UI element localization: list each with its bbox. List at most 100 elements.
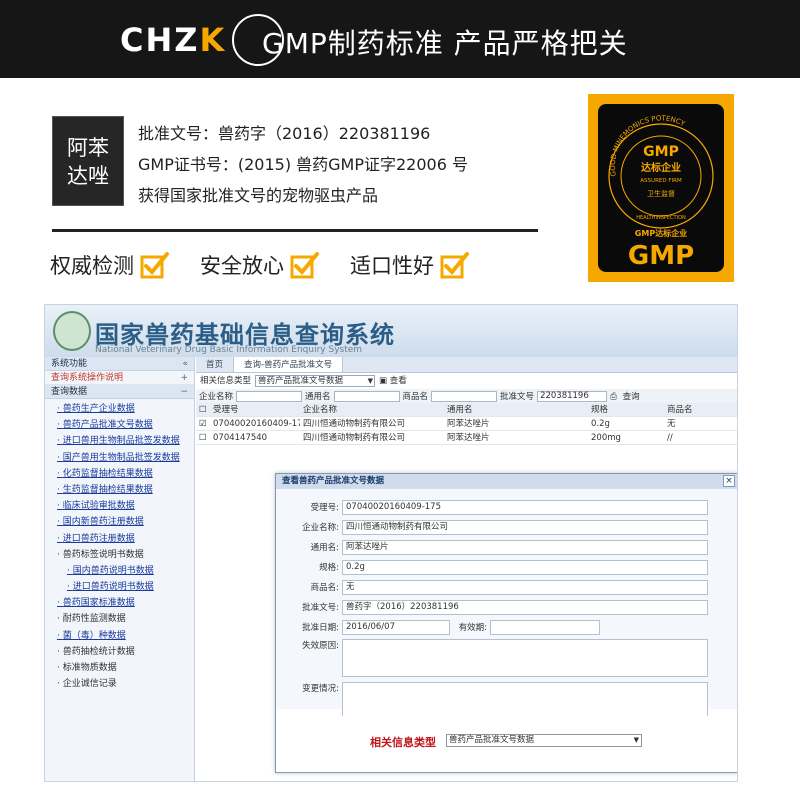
sidebar-item[interactable]: · 兽药生产企业数据 (45, 401, 194, 417)
dialog-title: 查看兽药产品批准文号数据 (282, 476, 385, 486)
seal-health-en: HEALTHINSPECTION (636, 215, 686, 221)
search-label: 通用名 (305, 392, 331, 402)
company-field[interactable]: 四川恒通动物制药有限公司 (342, 519, 708, 535)
generic-name-field[interactable]: 阿苯达唑片 (342, 539, 708, 555)
sidebar-item[interactable]: · 进口兽用生物制品批签发数据 (45, 433, 194, 449)
table-cell: 四川恒通动物制药有限公司 (303, 433, 406, 443)
sidebar-item[interactable]: · 企业诚信记录 (45, 676, 194, 692)
sidebar-subitem[interactable]: · 进口兽药说明书数据 (45, 579, 194, 595)
field-label: 批准日期: (302, 623, 339, 633)
row-checkbox[interactable]: ☑ (196, 417, 210, 430)
search-label: 商品名 (402, 392, 429, 402)
sidebar-item[interactable]: · 国内新兽药注册数据 (45, 514, 194, 530)
gmp-seal-emblem: GOOD MINEMONICS POTENCY GMP 达标企业 ASSURED… (608, 114, 714, 271)
sidebar-item[interactable]: · 菌（毒）种数据 (45, 628, 194, 644)
sidebar-header-functions[interactable]: 系统功能 « (45, 357, 194, 371)
gmp-seal: GOOD MINEMONICS POTENCY GMP 达标企业 ASSURED… (588, 94, 734, 282)
sidebar-item[interactable]: · 兽药产品批准文号数据 (45, 417, 194, 433)
field-row: 规格: 0.2g (276, 559, 708, 575)
valid-period-field[interactable] (490, 619, 600, 635)
table-row[interactable]: ☑ 07040020160409-175 四川恒通动物制药有限公司 阿苯达唑片 … (196, 417, 737, 431)
feature-item: 权威检测 (50, 250, 170, 280)
invalid-reason-field[interactable] (342, 639, 708, 677)
feature-label: 安全放心 (200, 254, 284, 278)
sidebar-subitem[interactable]: · 国内兽药说明书数据 (45, 563, 194, 579)
gmp-seal-inner: GOOD MINEMONICS POTENCY GMP 达标企业 ASSURED… (598, 104, 724, 272)
table-cell: 0.2g (591, 419, 610, 429)
sidebar-item[interactable]: · 国产兽用生物制品批签发数据 (45, 450, 194, 466)
field-label: 通用名: (310, 543, 339, 553)
sidebar-item[interactable]: · 兽药标签说明书数据 (45, 547, 194, 563)
field-row: 失效原因: (276, 639, 708, 677)
sidebar-item[interactable]: · 化药监督抽检结果数据 (45, 466, 194, 482)
sidebar-item[interactable]: · 标准物质数据 (45, 660, 194, 676)
product-name-line1: 阿苯 (67, 136, 109, 160)
select-all-checkbox[interactable]: ☐ (196, 403, 210, 416)
info-type-select[interactable]: 兽药产品批准文号数据 ▼ (255, 375, 376, 387)
sidebar-item[interactable]: · 临床试验审批数据 (45, 498, 194, 514)
system-screenshot: 国家兽药基础信息查询系统 National Veterinary Drug Ba… (44, 304, 738, 782)
feature-item: 适口性好 (350, 250, 470, 280)
seal-gmp-big: GMP (628, 241, 694, 271)
table-cell: 07040020160409-175 (213, 419, 300, 429)
field-label: 企业名称: (302, 523, 339, 533)
field-label: 批准文号: (302, 603, 339, 613)
column-header: 通用名 (447, 405, 473, 415)
row-checkbox[interactable]: ☐ (196, 431, 210, 444)
expand-icon[interactable]: + (180, 371, 188, 385)
system-logo-icon (53, 311, 91, 351)
collapse-icon[interactable]: − (180, 385, 188, 399)
grid-header: ☐ 受理号 企业名称 通用名 规格 商品名 (196, 403, 737, 417)
feature-label: 适口性好 (350, 254, 434, 278)
collapse-icon[interactable]: « (182, 357, 188, 371)
product-name-line2: 达唑 (67, 164, 109, 188)
sidebar-item[interactable]: · 进口兽药注册数据 (45, 531, 194, 547)
column-header: 规格 (591, 405, 609, 415)
sidebar-item[interactable]: · 生药监督抽检结果数据 (45, 482, 194, 498)
tab-bar: 首页 查询-兽药产品批准文号 (196, 357, 737, 373)
company-search-input[interactable] (236, 390, 303, 402)
field-row: 批准日期: 2016/06/07 有效期: (276, 619, 600, 635)
spec-field[interactable]: 0.2g (342, 559, 708, 575)
sidebar-item[interactable]: · 兽药国家标准数据 (45, 595, 194, 611)
column-header: 企业名称 (303, 405, 338, 415)
approval-date-field[interactable]: 2016/06/07 (342, 619, 450, 635)
search-label: 企业名称 (199, 392, 234, 402)
column-header: 受理号 (213, 405, 239, 415)
dialog-footer: 相关信息类型 兽药产品批准文号数据 ▼ (276, 716, 737, 772)
field-row: 批准文号: 兽药字（2016）220381196 (276, 599, 708, 615)
tab-approval-query[interactable]: 查询-兽药产品批准文号 (234, 357, 344, 372)
sidebar-link-help[interactable]: 查询系统操作说明 + (45, 371, 194, 385)
table-cell: 阿苯达唑片 (447, 433, 490, 443)
top-banner: CHZK GMP制药标准 产品严格把关 (0, 0, 800, 78)
search-label: 批准文号 (500, 392, 535, 402)
table-cell: 阿苯达唑片 (447, 419, 490, 429)
chevron-down-icon: ▼ (633, 736, 639, 744)
footer-info-type-select[interactable]: 兽药产品批准文号数据 ▼ (446, 734, 642, 747)
feature-item: 安全放心 (200, 250, 320, 280)
tab-home[interactable]: 首页 (196, 357, 235, 372)
generic-search-input[interactable] (333, 390, 400, 402)
accept-no-field[interactable]: 07040020160409-175 (342, 499, 708, 515)
sidebar-item[interactable]: · 兽药抽检统计数据 (45, 644, 194, 660)
feature-list: 权威检测 安全放心 适口性好 (50, 250, 470, 280)
view-button[interactable]: ▣ 查看 (379, 373, 407, 389)
table-row[interactable]: ☐ 0704147540 四川恒通动物制药有限公司 阿苯达唑片 200mg // (196, 431, 737, 445)
approval-search-input[interactable]: 220381196 (537, 390, 608, 402)
sidebar-header-query[interactable]: 查询数据 − (45, 385, 194, 399)
sidebar-item[interactable]: · 耐药性监测数据 (45, 611, 194, 627)
trade-search-input[interactable] (431, 390, 498, 402)
table-cell: // (667, 433, 673, 443)
trade-name-field[interactable]: 无 (342, 579, 708, 595)
dialog-body: 受理号: 07040020160409-175 企业名称: 四川恒通动物制药有限… (276, 489, 737, 720)
filter-label: 相关信息类型 (200, 376, 252, 386)
change-info-field[interactable] (342, 682, 708, 720)
sidebar: 系统功能 « 查询系统操作说明 + 查询数据 − · 兽药生产企业数据 · 兽药产品批… (45, 357, 195, 781)
feature-label: 权威检测 (50, 254, 134, 278)
close-icon[interactable]: × (723, 475, 735, 487)
seal-assured: ASSURED FIRM (640, 178, 682, 184)
approval-number-field[interactable]: 兽药字（2016）220381196 (342, 599, 708, 615)
gmp-certificate-line: GMP证书号：(2015) 兽药GMP证字22006 号 (138, 155, 468, 174)
brand-logo: CHZK (120, 21, 227, 59)
query-button[interactable]: ⎙ 查询 (607, 390, 646, 402)
